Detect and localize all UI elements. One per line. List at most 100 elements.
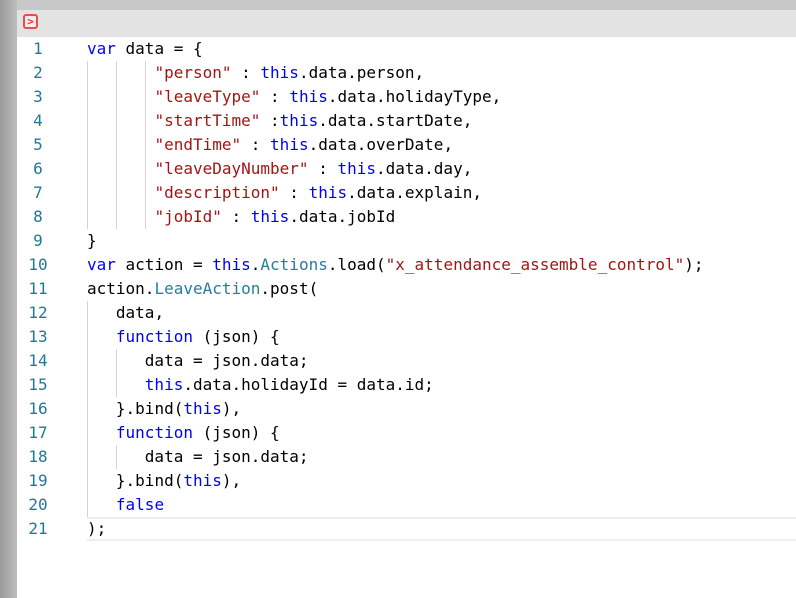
token-pl: ); <box>87 519 107 538</box>
code-line[interactable]: 18 data = json.data; <box>17 445 796 469</box>
line-number: 10 <box>28 255 48 274</box>
line-number: 3 <box>33 87 43 106</box>
code-text: ); <box>87 517 106 541</box>
top-frame <box>0 0 796 10</box>
code-line[interactable]: 2 "person" : this.data.person, <box>17 61 796 85</box>
line-number: 5 <box>33 135 43 154</box>
token-kw: var <box>87 255 116 274</box>
line-number: 18 <box>28 447 48 466</box>
code-line[interactable]: 17 function (json) { <box>17 421 796 445</box>
token-kw: this <box>183 471 222 490</box>
code-line[interactable]: 13 function (json) { <box>17 325 796 349</box>
token-pl: data, <box>115 303 165 322</box>
token-kw: this <box>250 207 290 226</box>
line-number: 20 <box>28 495 48 514</box>
token-pl: : <box>241 135 271 154</box>
code-area[interactable]: 1 var data = {2 "person" : this.data.pers… <box>17 37 796 541</box>
code-line[interactable]: 15 this.data.holidayId = data.id; <box>17 373 796 397</box>
token-pl: .post( <box>260 279 319 298</box>
line-number: 1 <box>33 39 43 58</box>
code-line[interactable]: 3 "leaveType" : this.data.holidayType, <box>17 85 796 109</box>
code-text: var action = this.Actions.load("x_attend… <box>87 253 704 277</box>
code-text: this.data.holidayId = data.id; <box>87 373 434 397</box>
code-line[interactable]: 12 data, <box>17 301 796 325</box>
token-pl: : <box>221 207 251 226</box>
code-text: function (json) { <box>87 421 280 445</box>
line-number: 16 <box>28 399 48 418</box>
token-pl: : <box>260 111 280 130</box>
code-text: data, <box>87 301 164 325</box>
token-pl: }.bind( <box>115 471 184 490</box>
line-number: 6 <box>33 159 43 178</box>
token-cls: Actions <box>260 255 328 274</box>
token-kw: this <box>183 399 222 418</box>
token-pl: .data.overDate, <box>308 135 454 154</box>
code-line[interactable]: 19 }.bind(this), <box>17 469 796 493</box>
line-number: 8 <box>33 207 43 226</box>
token-kw: false <box>115 495 165 514</box>
code-line[interactable]: 16 }.bind(this), <box>17 397 796 421</box>
code-text: false <box>87 493 164 517</box>
token-kw: this <box>260 63 299 82</box>
token-pl: : <box>308 159 338 178</box>
line-number: 13 <box>28 327 48 346</box>
code-line[interactable]: 21); <box>17 517 796 541</box>
token-pl: data = json.data; <box>144 351 309 370</box>
code-line[interactable]: 7 "description" : this.data.explain, <box>17 181 796 205</box>
code-line[interactable]: 10 var action = this.Actions.load("x_atte… <box>17 253 796 277</box>
code-line[interactable]: 6 "leaveDayNumber" : this.data.day, <box>17 157 796 181</box>
code-line[interactable]: 1 var data = { <box>17 37 796 61</box>
code-line[interactable]: 11 action.LeaveAction.post( <box>17 277 796 301</box>
token-kw: function <box>115 327 193 346</box>
token-pl: .data.explain, <box>347 183 482 202</box>
code-line[interactable]: 20 false <box>17 493 796 517</box>
current-line-highlight <box>87 517 796 541</box>
token-str: "person" <box>154 63 232 82</box>
token-pl: : <box>231 63 261 82</box>
code-line[interactable]: 4 "startTime" :this.data.startDate, <box>17 109 796 133</box>
token-str: "jobId" <box>154 207 222 226</box>
token-pl: .data.day, <box>376 159 473 178</box>
line-number: 9 <box>33 231 43 250</box>
code-text: "person" : this.data.person, <box>87 61 424 85</box>
code-line[interactable]: 8 "jobId" : this.data.jobId <box>17 205 796 229</box>
token-pl: . <box>250 255 261 274</box>
token-pl: (json) { <box>192 423 280 442</box>
line-number: 15 <box>28 375 48 394</box>
token-pl: .data.holidayId = data.id; <box>183 375 434 394</box>
left-frame <box>0 0 17 598</box>
token-str: "x_attendance_assemble_control" <box>385 255 685 274</box>
token-str: "leaveDayNumber" <box>154 159 309 178</box>
line-number: 7 <box>33 183 43 202</box>
code-text: } <box>87 229 97 253</box>
token-kw: this <box>337 159 376 178</box>
code-text: }.bind(this), <box>87 469 241 493</box>
token-kw: this <box>212 255 251 274</box>
token-kw: this <box>270 135 309 154</box>
code-text: "endTime" : this.data.overDate, <box>87 133 453 157</box>
token-pl: .data.startDate, <box>318 111 473 130</box>
line-number: 12 <box>28 303 48 322</box>
token-pl: } <box>87 231 97 250</box>
code-text: "jobId" : this.data.jobId <box>87 205 395 229</box>
line-number: 21 <box>28 519 48 538</box>
token-str: "leaveType" <box>154 87 261 106</box>
code-line[interactable]: 5 "endTime" : this.data.overDate, <box>17 133 796 157</box>
token-pl: ), <box>221 471 242 490</box>
token-pl: .data.holidayType, <box>327 87 502 106</box>
token-kw: this <box>279 111 319 130</box>
code-line[interactable]: 9} <box>17 229 796 253</box>
token-kw: this <box>289 87 328 106</box>
token-pl: (json) { <box>192 327 280 346</box>
code-text: function (json) { <box>87 325 280 349</box>
token-pl: : <box>279 183 309 202</box>
code-text: "description" : this.data.explain, <box>87 181 482 205</box>
token-pl: data = { <box>115 39 203 58</box>
token-kw: function <box>115 423 193 442</box>
code-text: data = json.data; <box>87 349 309 373</box>
token-pl: : <box>260 87 290 106</box>
chevron-right-icon[interactable]: > <box>23 14 38 29</box>
code-text: var data = { <box>87 37 203 61</box>
code-line[interactable]: 14 data = json.data; <box>17 349 796 373</box>
token-pl: action. <box>87 279 155 298</box>
